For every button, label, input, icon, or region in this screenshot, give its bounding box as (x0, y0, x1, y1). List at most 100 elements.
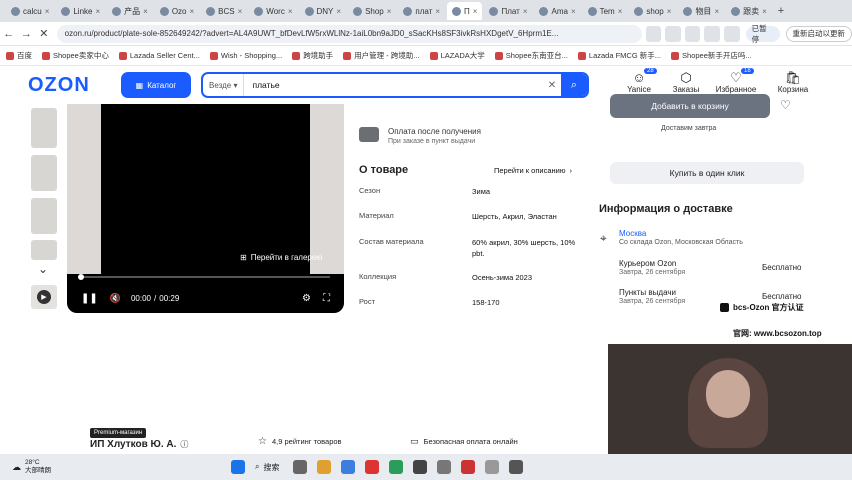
app-icon[interactable] (485, 460, 500, 474)
browser-tab[interactable]: Shop × (348, 2, 396, 20)
bookmark-item[interactable]: 跨境助手 (292, 50, 333, 61)
profile-paused-button[interactable]: 已暂停 (745, 24, 780, 44)
seller-name[interactable]: ИП Хлутков Ю. А. ⓘ (90, 439, 188, 450)
close-tab-icon[interactable]: × (435, 7, 440, 16)
url-bar[interactable]: ozon.ru/product/plate-sole-852649242/?ad… (56, 24, 642, 43)
browser-tab[interactable]: DNY × (300, 2, 347, 20)
search-input[interactable]: платье (244, 80, 543, 90)
close-tab-icon[interactable]: × (571, 7, 576, 16)
close-tab-icon[interactable]: × (95, 7, 100, 16)
back-button[interactable]: ← (0, 28, 18, 40)
close-tab-icon[interactable]: × (667, 7, 672, 16)
bookmark-item[interactable]: Lazada Seller Cent... (118, 51, 200, 60)
app-icon[interactable] (293, 460, 308, 474)
close-tab-icon[interactable]: × (45, 7, 50, 16)
bookmark-item[interactable]: Shopee东南亚台... (494, 50, 568, 61)
bookmark-item[interactable]: LAZADA大学 (429, 50, 485, 61)
browser-tab[interactable]: 产品 × (107, 2, 153, 20)
browser-tab[interactable]: 跟卖 × (726, 2, 772, 20)
video-progress-handle[interactable] (78, 274, 84, 280)
go-to-description-link[interactable]: Перейти к описанию › (494, 166, 572, 175)
close-tab-icon[interactable]: × (618, 7, 623, 16)
close-tab-icon[interactable]: × (288, 7, 293, 16)
taskbar-search[interactable]: ⌕ 搜索 (255, 462, 279, 473)
browser-tab[interactable]: Worc × (249, 2, 297, 20)
close-tab-icon[interactable]: × (762, 7, 767, 16)
weather-widget[interactable]: 28°C 大部晴朗 (25, 459, 51, 475)
browser-tab[interactable]: calcu × (6, 2, 54, 20)
pause-icon[interactable]: ❚❚ (81, 293, 98, 304)
clear-search-icon[interactable]: ✕ (543, 80, 561, 91)
ozon-logo[interactable]: OZON (28, 74, 108, 97)
bookmark-item[interactable]: Shopee卖家中心 (42, 50, 109, 61)
settings-gear-icon[interactable]: ⚙ (302, 293, 311, 304)
heart-icon[interactable]: ♡ (780, 98, 791, 112)
app-icon[interactable] (437, 460, 452, 474)
bookmark-item[interactable]: 百度 (6, 50, 32, 61)
browser-tab[interactable]: Плат × (484, 2, 532, 20)
extension-icon[interactable] (684, 25, 701, 42)
chevron-down-icon[interactable]: ⌄ (38, 262, 48, 276)
chrome-icon[interactable] (341, 460, 356, 474)
video-progress-bar[interactable] (81, 276, 330, 278)
thumbnail[interactable] (31, 198, 57, 234)
bookmark-item[interactable]: 用户管理 - 跨境助... (343, 50, 420, 61)
favicon-icon (206, 6, 216, 16)
browser-tab[interactable]: Ozo × (155, 2, 199, 20)
header-face-button[interactable]: ☺ Yanice 28 (614, 68, 664, 94)
new-tab-button[interactable]: + (774, 5, 788, 17)
app-icon[interactable] (461, 460, 476, 474)
browser-tab[interactable]: Tem × (583, 2, 628, 20)
header-box-button[interactable]: ⬡ Заказы (661, 70, 711, 94)
restart-update-button[interactable]: 重新启动以更新 (785, 25, 852, 42)
close-tab-icon[interactable]: × (238, 7, 243, 16)
close-tab-icon[interactable]: × (190, 7, 195, 16)
app-icon[interactable] (413, 460, 428, 474)
location-icon[interactable] (645, 25, 662, 42)
browser-tab[interactable]: shop × (629, 2, 676, 20)
close-tab-icon[interactable]: × (523, 7, 528, 16)
close-tab-icon[interactable]: × (714, 7, 719, 16)
browser-tab[interactable]: BCS × (201, 2, 247, 20)
app-icon[interactable] (509, 460, 524, 474)
close-tab-icon[interactable]: × (387, 7, 392, 16)
url-text: ozon.ru/product/plate-sole-852649242/?ad… (64, 29, 559, 38)
favicon-icon (403, 6, 413, 16)
close-tab-icon[interactable]: × (473, 7, 478, 16)
search-scope-select[interactable]: Везде ▾ (203, 74, 245, 96)
bookmark-label: Shopee新手开店吗... (682, 51, 752, 60)
delivery-city[interactable]: Москва (619, 229, 646, 238)
stop-loading-button[interactable]: ✕ (35, 27, 53, 40)
header-heart-button[interactable]: ♡ Избранное 18 (711, 68, 761, 94)
catalog-button[interactable]: ▦ Каталог (121, 72, 191, 98)
forward-button[interactable]: → (18, 28, 36, 40)
explorer-icon[interactable] (317, 460, 332, 474)
search-button[interactable]: ⌕ (561, 74, 587, 96)
thumbnail[interactable] (31, 240, 57, 260)
browser-tab[interactable]: плат × (398, 2, 445, 20)
windows-start-icon[interactable] (231, 460, 245, 474)
thumbnail[interactable] (31, 155, 57, 191)
browser-tab[interactable]: Linke × (56, 2, 105, 20)
go-to-gallery-button[interactable]: ⊞ Перейти в галерею (240, 250, 322, 265)
app-icon[interactable] (365, 460, 380, 474)
bookmark-item[interactable]: Lazada FMCG 新手... (577, 50, 661, 61)
video-player[interactable] (67, 104, 344, 313)
browser-tab[interactable]: Ama × (534, 2, 580, 20)
browser-tab[interactable]: 物目 × (678, 2, 724, 20)
bookmark-star-icon[interactable] (665, 25, 681, 42)
bookmark-item[interactable]: Wish - Shopping... (209, 51, 282, 60)
add-to-cart-button[interactable]: Добавить в корзину (610, 94, 770, 118)
wechat-icon[interactable] (389, 460, 404, 474)
buy-one-click-button[interactable]: Купить в один клик (610, 162, 804, 184)
extension-icon[interactable] (704, 25, 720, 42)
header-cart-button[interactable]: 🛍 Корзина (768, 70, 818, 94)
browser-tab[interactable]: П × (447, 2, 483, 20)
sidebar-icon[interactable] (723, 25, 740, 42)
fullscreen-icon[interactable]: ⛶ (323, 293, 330, 304)
close-tab-icon[interactable]: × (143, 7, 148, 16)
mute-icon[interactable]: 🔇 (110, 293, 121, 304)
thumbnail[interactable] (31, 112, 57, 148)
bookmark-item[interactable]: Shopee新手开店吗... (671, 50, 752, 61)
close-tab-icon[interactable]: × (336, 7, 341, 16)
